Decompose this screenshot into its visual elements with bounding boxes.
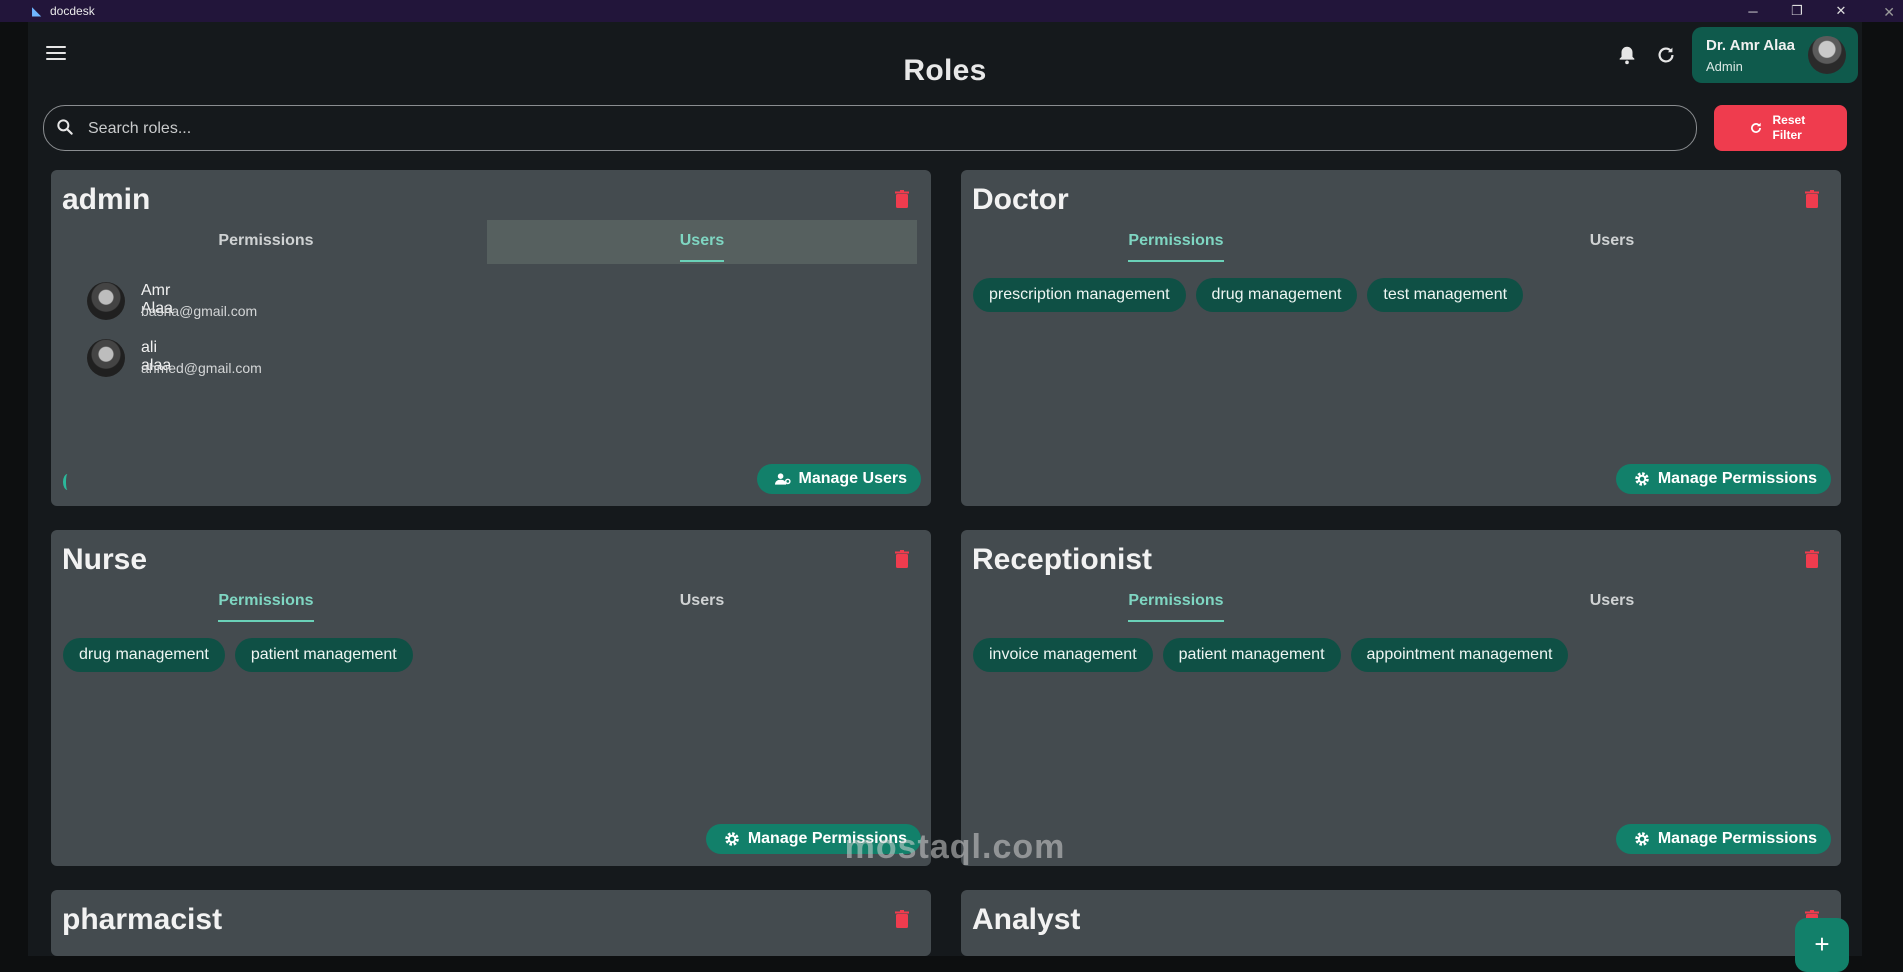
minimize-button[interactable]: ─ bbox=[1731, 0, 1775, 22]
close-button[interactable]: ✕ bbox=[1819, 0, 1863, 22]
avatar bbox=[87, 282, 125, 320]
role-card-receptionist: Receptionist Permissions Users invoice m… bbox=[961, 530, 1841, 866]
refresh-icon[interactable] bbox=[1655, 44, 1677, 66]
role-card-analyst: Analyst bbox=[961, 890, 1841, 956]
gear-icon bbox=[1635, 472, 1649, 486]
reset-filter-label: Reset Filter bbox=[1772, 113, 1806, 142]
tab-permissions[interactable]: Permissions bbox=[961, 580, 1391, 624]
role-card-admin: admin Permissions Users Amr Alaa basha@g… bbox=[51, 170, 931, 506]
role-title: Analyst bbox=[972, 903, 1081, 936]
app-name: docdesk bbox=[50, 4, 95, 18]
user-email: basha@gmail.com bbox=[141, 303, 258, 319]
permission-chip: drug management bbox=[1195, 278, 1358, 312]
permission-chip: appointment management bbox=[1350, 638, 1569, 672]
trash-icon[interactable] bbox=[895, 550, 909, 568]
tab-permissions[interactable]: Permissions bbox=[51, 580, 481, 624]
permission-chip: invoice management bbox=[973, 638, 1153, 672]
user-gear-icon bbox=[774, 473, 791, 485]
user-profile-chip[interactable]: Dr. Amr Alaa Admin bbox=[1692, 27, 1858, 83]
search-input[interactable] bbox=[86, 106, 1680, 152]
app-window: Roles Dr. Amr Alaa Admin Reset Filter ad… bbox=[28, 22, 1862, 956]
role-title: Receptionist bbox=[972, 543, 1153, 576]
tab-users[interactable]: Users bbox=[487, 580, 917, 624]
role-title: Doctor bbox=[972, 183, 1069, 216]
permission-chips: prescription management drug management … bbox=[973, 278, 1533, 312]
avatar bbox=[1808, 36, 1846, 74]
manage-users-button[interactable]: Manage Users bbox=[756, 464, 921, 494]
trash-icon[interactable] bbox=[895, 190, 909, 208]
role-tabs: Permissions Users bbox=[961, 580, 1827, 624]
search-bar bbox=[43, 105, 1697, 152]
permission-chip: test management bbox=[1367, 278, 1524, 312]
role-card-pharmacist: pharmacist bbox=[51, 890, 931, 956]
tab-users[interactable]: Users bbox=[1397, 220, 1827, 264]
role-title: Nurse bbox=[62, 543, 148, 576]
permission-chip: prescription management bbox=[973, 278, 1186, 312]
loading-spinner bbox=[63, 474, 72, 490]
role-title: pharmacist bbox=[62, 903, 223, 936]
gear-icon bbox=[1635, 832, 1649, 846]
user-name: Dr. Amr Alaa bbox=[1706, 37, 1795, 54]
avatar bbox=[87, 339, 125, 377]
permission-chip: drug management bbox=[63, 638, 225, 672]
tab-permissions[interactable]: Permissions bbox=[51, 220, 481, 264]
role-tabs: Permissions Users bbox=[961, 220, 1827, 264]
permission-chips: invoice management patient management ap… bbox=[973, 638, 1578, 672]
trash-icon[interactable] bbox=[1805, 550, 1819, 568]
gear-icon bbox=[725, 832, 739, 846]
trash-icon[interactable] bbox=[895, 910, 909, 928]
user-email: ahmed@gmail.com bbox=[141, 360, 262, 376]
reset-filter-button[interactable]: Reset Filter bbox=[1714, 105, 1847, 151]
role-card-nurse: Nurse Permissions Users drug management … bbox=[51, 530, 931, 866]
app-logo-icon: ◣ bbox=[32, 4, 42, 18]
manage-permissions-button[interactable]: Manage Permissions bbox=[705, 824, 921, 854]
tab-users[interactable]: Users bbox=[487, 220, 917, 264]
page-title: Roles bbox=[903, 54, 987, 87]
manage-permissions-button[interactable]: Manage Permissions bbox=[1615, 824, 1831, 854]
permission-chips: drug management patient management bbox=[63, 638, 423, 672]
search-icon bbox=[57, 119, 73, 135]
tab-permissions[interactable]: Permissions bbox=[961, 220, 1391, 264]
role-tabs: Permissions Users bbox=[51, 220, 917, 264]
role-tabs: Permissions Users bbox=[51, 580, 917, 624]
bell-icon[interactable] bbox=[1616, 44, 1638, 66]
permission-chip: patient management bbox=[1162, 638, 1341, 672]
role-title: admin bbox=[62, 183, 151, 216]
permission-chip: patient management bbox=[234, 638, 413, 672]
maximize-button[interactable]: ❐ bbox=[1775, 0, 1819, 22]
role-card-doctor: Doctor Permissions Users prescription ma… bbox=[961, 170, 1841, 506]
add-role-button[interactable]: + bbox=[1795, 918, 1849, 972]
close-icon[interactable]: ✕ bbox=[1883, 4, 1895, 21]
window-titlebar: ◣ docdesk ─ ❐ ✕ bbox=[0, 0, 1903, 22]
trash-icon[interactable] bbox=[1805, 190, 1819, 208]
manage-permissions-button[interactable]: Manage Permissions bbox=[1615, 464, 1831, 494]
tab-users[interactable]: Users bbox=[1397, 580, 1827, 624]
user-role: Admin bbox=[1706, 59, 1743, 74]
refresh-icon bbox=[1750, 122, 1761, 133]
